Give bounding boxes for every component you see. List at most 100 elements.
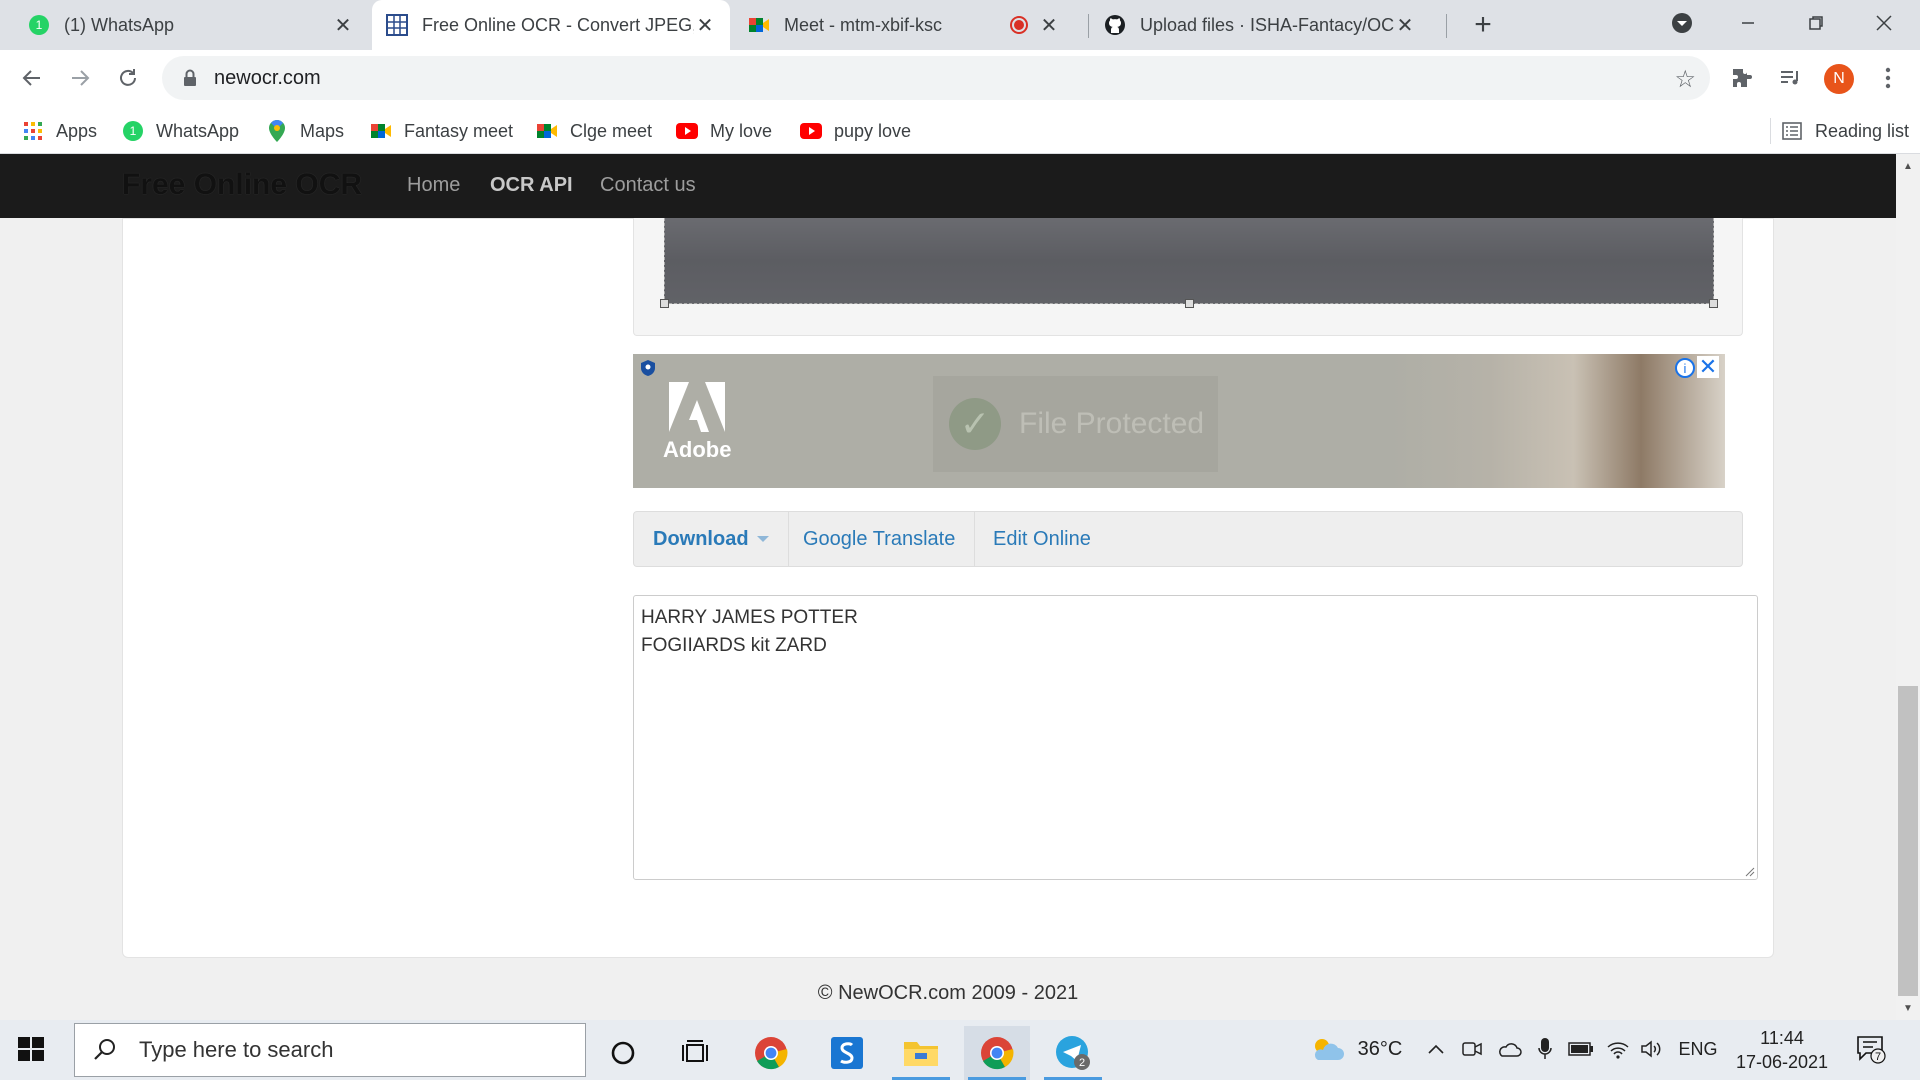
microphone-icon[interactable] <box>1534 1034 1556 1064</box>
minimize-button[interactable] <box>1720 0 1776 46</box>
download-dropdown[interactable]: Download <box>634 512 789 566</box>
tab-ocr[interactable]: Free Online OCR - Convert JPEG, PNG ✕ <box>372 0 730 50</box>
wifi-icon[interactable] <box>1604 1034 1632 1064</box>
reload-button[interactable] <box>110 60 146 96</box>
tab-github[interactable]: Upload files · ISHA-Fantacy/OCR ✕ <box>1090 0 1430 50</box>
meet-now-icon[interactable] <box>1458 1034 1486 1064</box>
google-translate-link[interactable]: Google Translate <box>784 512 976 566</box>
reading-list-button[interactable]: Reading list <box>1770 118 1909 144</box>
bookmark-clge-meet[interactable]: Clge meet <box>536 118 652 144</box>
menu-kebab-icon[interactable] <box>1872 62 1904 94</box>
bookmark-my-love[interactable]: My love <box>676 118 772 144</box>
new-tab-button[interactable]: + <box>1466 8 1500 42</box>
translate-label: Google Translate <box>803 527 956 550</box>
media-control-icon[interactable] <box>1774 62 1806 94</box>
bookmark-label: Maps <box>300 120 345 141</box>
telegram-badge: 2 <box>1079 1057 1085 1069</box>
bookmark-star-icon[interactable]: ☆ <box>1674 65 1696 94</box>
reload-icon <box>120 69 136 86</box>
bookmark-label: Fantasy meet <box>404 120 514 141</box>
crop-area[interactable] <box>660 218 1718 308</box>
nav-ocr-api[interactable]: OCR API <box>490 174 573 197</box>
checkmark-icon: ✓ <box>949 398 1001 450</box>
language-indicator[interactable]: ENG <box>1676 1034 1720 1064</box>
scroll-up-icon[interactable]: ▲ <box>1902 160 1914 172</box>
recording-icon <box>1008 14 1030 36</box>
telegram-taskbar-app[interactable]: 2 <box>1040 1026 1106 1080</box>
crop-handle[interactable] <box>1709 299 1718 308</box>
bookmarks-bar: Apps 1 WhatsApp Maps Fantasy meet Clge m… <box>0 106 1920 154</box>
nav-home[interactable]: Home <box>407 174 460 197</box>
task-view-icon <box>682 1040 708 1062</box>
clock-time: 11:44 <box>1760 1028 1804 1048</box>
file-explorer-taskbar-app[interactable] <box>888 1026 954 1080</box>
tab-search-button[interactable] <box>1654 0 1710 46</box>
restore-icon <box>1809 16 1823 30</box>
browser-toolbar: newocr.com ☆ N <box>0 50 1920 106</box>
store-taskbar-app[interactable] <box>814 1026 880 1080</box>
info-icon[interactable]: i <box>1675 358 1695 378</box>
chrome-icon <box>981 1037 1014 1070</box>
svg-text:1: 1 <box>130 124 137 138</box>
tab-separator <box>1446 14 1447 38</box>
forward-button[interactable] <box>62 60 98 96</box>
bookmark-whatsapp[interactable]: 1 WhatsApp <box>122 118 239 144</box>
bookmark-fantasy-meet[interactable]: Fantasy meet <box>370 118 513 144</box>
notification-icon[interactable]: 7 <box>1856 1034 1886 1064</box>
profile-avatar[interactable]: N <box>1824 64 1854 94</box>
bookmark-maps[interactable]: Maps <box>266 118 344 144</box>
restore-button[interactable] <box>1788 0 1844 46</box>
onedrive-cloud-icon[interactable] <box>1494 1034 1524 1064</box>
close-icon[interactable]: ✕ <box>1038 14 1060 37</box>
battery-icon[interactable] <box>1566 1034 1596 1064</box>
edit-online-label: Edit Online <box>993 527 1091 550</box>
extensions-icon[interactable] <box>1726 62 1758 94</box>
taskbar-clock[interactable]: 11:44 17-06-2021 <box>1730 1026 1834 1074</box>
svg-text:1: 1 <box>36 18 43 32</box>
bookmark-pupy-love[interactable]: pupy love <box>800 118 911 144</box>
cortana-button[interactable] <box>590 1026 656 1080</box>
site-brand[interactable]: Free Online OCR <box>122 168 362 202</box>
whatsapp-icon: 1 <box>122 120 144 142</box>
chrome-active-taskbar-app[interactable] <box>964 1026 1030 1080</box>
resize-grip-icon[interactable] <box>1743 865 1755 877</box>
chevron-up-icon[interactable] <box>1424 1034 1448 1064</box>
edit-online-link[interactable]: Edit Online <box>974 512 1110 566</box>
chrome-taskbar-app[interactable] <box>738 1026 804 1080</box>
windows-start-icon[interactable] <box>16 1034 46 1064</box>
result-line: FOGIIARDS kit ZARD <box>641 635 827 656</box>
address-bar[interactable]: newocr.com ☆ <box>162 56 1710 100</box>
close-icon[interactable]: ✕ <box>332 14 354 37</box>
bookmark-apps[interactable]: Apps <box>22 118 97 144</box>
back-button[interactable] <box>14 60 50 96</box>
crop-handle[interactable] <box>660 299 669 308</box>
telegram-icon: 2 <box>1056 1036 1090 1070</box>
nav-contact[interactable]: Contact us <box>600 174 696 197</box>
clock-date: 17-06-2021 <box>1735 1052 1829 1072</box>
ocr-site-icon <box>386 14 408 36</box>
google-meet-icon <box>370 120 392 142</box>
close-icon[interactable]: ✕ <box>1697 354 1719 379</box>
scrollbar-thumb[interactable] <box>1898 686 1918 996</box>
tab-whatsapp[interactable]: 1 (1) WhatsApp ✕ <box>14 0 368 50</box>
close-icon[interactable]: ✕ <box>1394 14 1416 37</box>
volume-icon[interactable] <box>1638 1034 1666 1064</box>
weather-temp[interactable]: 36°C <box>1354 1034 1406 1064</box>
bookmark-label: WhatsApp <box>156 120 240 141</box>
task-view-button[interactable] <box>662 1026 728 1080</box>
github-icon <box>1104 14 1126 36</box>
scroll-down-icon[interactable]: ▼ <box>1902 1002 1914 1014</box>
crop-handle[interactable] <box>1185 299 1194 308</box>
weather-icon[interactable] <box>1308 1034 1346 1064</box>
site-navbar: Free Online OCR Home OCR API Contact us <box>0 154 1896 218</box>
download-label: Download <box>653 527 749 550</box>
taskbar-search-box[interactable]: Type here to search <box>74 1023 586 1077</box>
ad-banner[interactable]: Adobe ✓ File Protected i ✕ <box>633 354 1725 488</box>
ocr-result-textarea[interactable]: HARRY JAMES POTTER FOGIIARDS kit ZARD <box>633 595 1758 880</box>
chrome-icon <box>755 1037 788 1070</box>
close-icon[interactable]: ✕ <box>694 14 716 37</box>
tab-meet[interactable]: Meet - mtm-xbif-ksc ✕ <box>734 0 1074 50</box>
apps-grid-icon <box>22 120 44 142</box>
store-s-icon <box>831 1037 863 1069</box>
close-window-button[interactable] <box>1856 0 1912 46</box>
